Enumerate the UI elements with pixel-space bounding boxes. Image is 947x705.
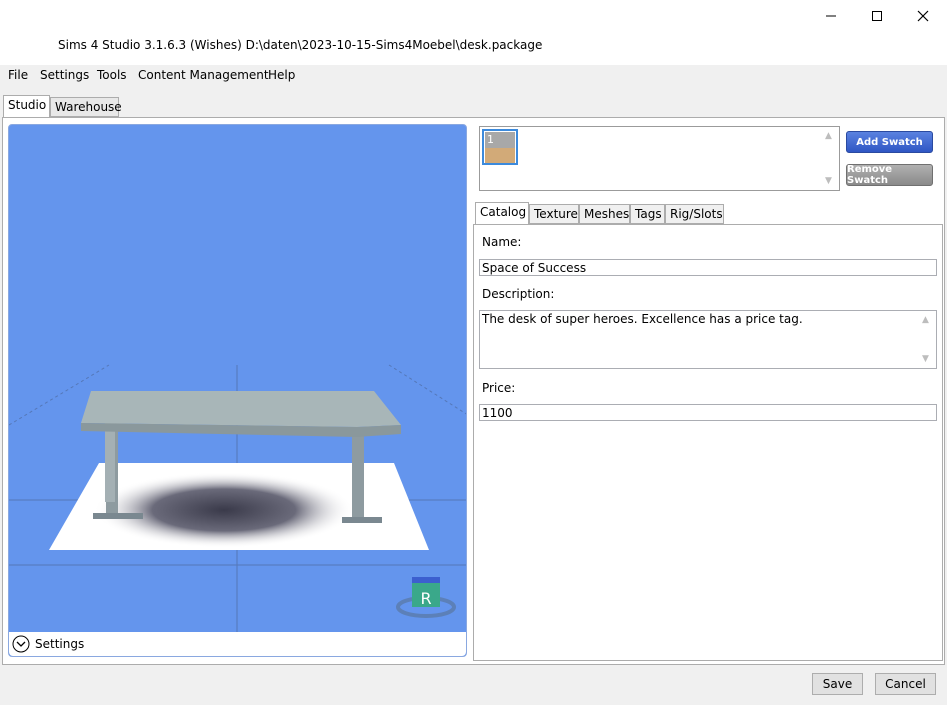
desk-shadow	[94, 472, 354, 548]
description-field[interactable]: The desk of super heroes. Excellence has…	[479, 310, 937, 369]
name-field[interactable]: Space of Success	[479, 259, 937, 276]
tab-meshes[interactable]: Meshes	[579, 204, 630, 224]
title-bar: Sims 4 Studio 3.1.6.3 (Wishes) D:\daten\…	[0, 0, 947, 64]
3d-viewport[interactable]: R	[8, 124, 467, 657]
price-label: Price:	[482, 381, 516, 395]
tab-catalog[interactable]: Catalog	[475, 202, 529, 225]
swatch-scrollbar[interactable]: ▲ ▼	[822, 127, 839, 190]
desk-top	[81, 391, 401, 427]
viewport-settings-bar[interactable]: Settings	[9, 632, 466, 656]
maximize-button[interactable]	[854, 0, 900, 32]
close-icon	[917, 10, 929, 22]
description-label: Description:	[482, 287, 555, 301]
tab-studio[interactable]: Studio	[3, 95, 50, 118]
menu-tools[interactable]: Tools	[97, 68, 127, 82]
name-label: Name:	[482, 235, 522, 249]
tab-rig-slots[interactable]: Rig/Slots	[665, 204, 724, 224]
swatch-number: 1	[487, 133, 494, 146]
scroll-down-icon[interactable]: ▼	[922, 354, 929, 364]
menu-help[interactable]: Help	[268, 68, 295, 82]
save-button[interactable]: Save	[812, 673, 863, 695]
price-field[interactable]: 1100	[479, 404, 937, 421]
tab-tags[interactable]: Tags	[630, 204, 665, 224]
swatch-bottom-color	[485, 148, 515, 163]
description-scrollbar[interactable]: ▲ ▼	[919, 311, 936, 368]
cancel-button[interactable]: Cancel	[875, 673, 936, 695]
menu-file[interactable]: File	[8, 68, 28, 82]
menu-content-management[interactable]: Content Management	[138, 68, 269, 82]
minimize-button[interactable]	[808, 0, 854, 32]
menu-settings[interactable]: Settings	[40, 68, 89, 82]
description-text: The desk of super heroes. Excellence has…	[482, 312, 803, 326]
swatch-item[interactable]: 1	[482, 129, 518, 165]
menu-bar: File Settings Tools Content Management H…	[0, 65, 947, 94]
gizmo-letter: R	[420, 589, 431, 608]
window-title: Sims 4 Studio 3.1.6.3 (Wishes) D:\daten\…	[58, 38, 543, 52]
scroll-up-icon[interactable]: ▲	[922, 315, 929, 325]
maximize-icon	[872, 11, 882, 21]
tab-texture[interactable]: Texture	[529, 204, 579, 224]
tab-warehouse[interactable]: Warehouse	[50, 97, 122, 117]
close-button[interactable]	[900, 0, 946, 32]
scroll-up-icon[interactable]: ▲	[825, 131, 832, 141]
add-swatch-button[interactable]: Add Swatch	[846, 131, 933, 153]
remove-swatch-button[interactable]: Remove Swatch	[846, 164, 933, 186]
rotate-gizmo: R	[396, 577, 456, 618]
desk-3d-preview: R	[9, 364, 466, 635]
scroll-down-icon[interactable]: ▼	[825, 176, 832, 186]
minimize-icon	[826, 15, 836, 17]
settings-label: Settings	[35, 637, 85, 651]
swatch-list[interactable]: 1 ▲ ▼	[479, 126, 840, 191]
chevron-circle-down-icon[interactable]	[12, 635, 30, 653]
